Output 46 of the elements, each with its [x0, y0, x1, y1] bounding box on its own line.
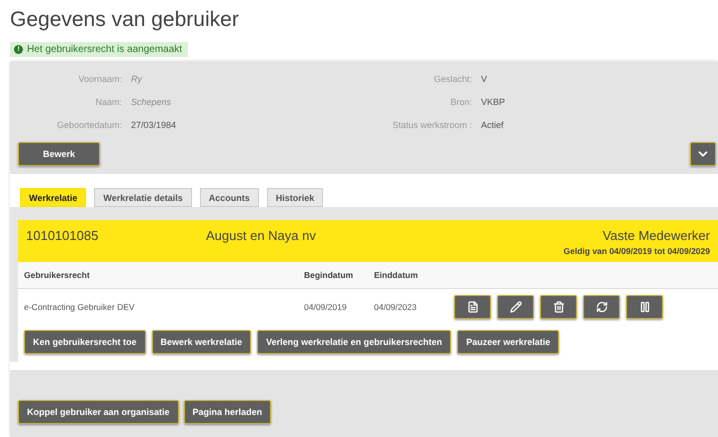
column-header: Gebruikersrecht	[24, 270, 91, 280]
field-value: VKBP	[481, 97, 506, 107]
action-button[interactable]: Ken gebruikersrecht toe	[24, 330, 146, 354]
table-cell-text: 04/09/2019	[304, 302, 348, 312]
field-label: Naam:	[94, 97, 122, 107]
field-label: Status werkstroom :	[391, 120, 472, 130]
action-button[interactable]: Pagina herladen	[184, 400, 272, 424]
delete-icon	[552, 301, 564, 313]
organisation-name: August en Naya nv	[206, 228, 317, 245]
pause-button[interactable]	[626, 295, 663, 319]
field-label: Voornaam:	[77, 74, 122, 84]
tab[interactable]: Historiek	[266, 188, 324, 207]
column-header: Begindatum	[304, 270, 354, 280]
document-icon	[466, 301, 478, 313]
table-cell-text: 04/09/2023	[374, 302, 418, 312]
field-value: V	[481, 74, 488, 84]
edit-button[interactable]: Bewerk	[18, 142, 100, 166]
document-button[interactable]	[454, 295, 491, 319]
validity-period: Geldig van 04/09/2019 tot 04/09/2029	[564, 246, 710, 256]
field-label: Geslacht:	[432, 74, 472, 84]
field-value: Ry	[131, 74, 144, 84]
edit-icon	[510, 301, 522, 313]
field-value: Schepens	[131, 97, 172, 107]
tab[interactable]: Werkrelatie details	[94, 188, 192, 207]
field-value: Actief	[481, 120, 505, 130]
field-value: 27/03/1984	[131, 120, 178, 130]
role-title: Vaste Medewerker	[602, 228, 710, 243]
field-label: Geboortedatum:	[56, 120, 122, 130]
renew-button[interactable]	[583, 295, 620, 319]
pause-icon	[638, 301, 650, 313]
column-header: Einddatum	[374, 270, 419, 280]
action-button[interactable]: Bewerk werkrelatie	[152, 330, 252, 354]
action-button[interactable]: Pauzeer werkrelatie	[457, 330, 560, 354]
alert-message: Het gebruikersrecht is aangemaakt	[27, 44, 182, 55]
action-button[interactable]: Koppel gebruiker aan organisatie	[18, 400, 179, 424]
field-label: Bron:	[449, 97, 472, 107]
delete-button[interactable]	[540, 295, 577, 319]
relation-number: 1010101085	[26, 228, 100, 245]
edit-button[interactable]	[497, 295, 534, 319]
refresh-icon	[596, 301, 608, 313]
action-button[interactable]: Verleng werkrelatie en gebruikersrechten	[257, 330, 452, 354]
tab[interactable]: Accounts	[200, 188, 259, 207]
expand-button[interactable]	[690, 142, 716, 166]
table-cell-text: e-Contracting Gebruiker DEV	[24, 302, 136, 312]
tab[interactable]: Werkrelatie	[20, 188, 86, 207]
page-title: Gegevens van gebruiker	[10, 8, 240, 32]
